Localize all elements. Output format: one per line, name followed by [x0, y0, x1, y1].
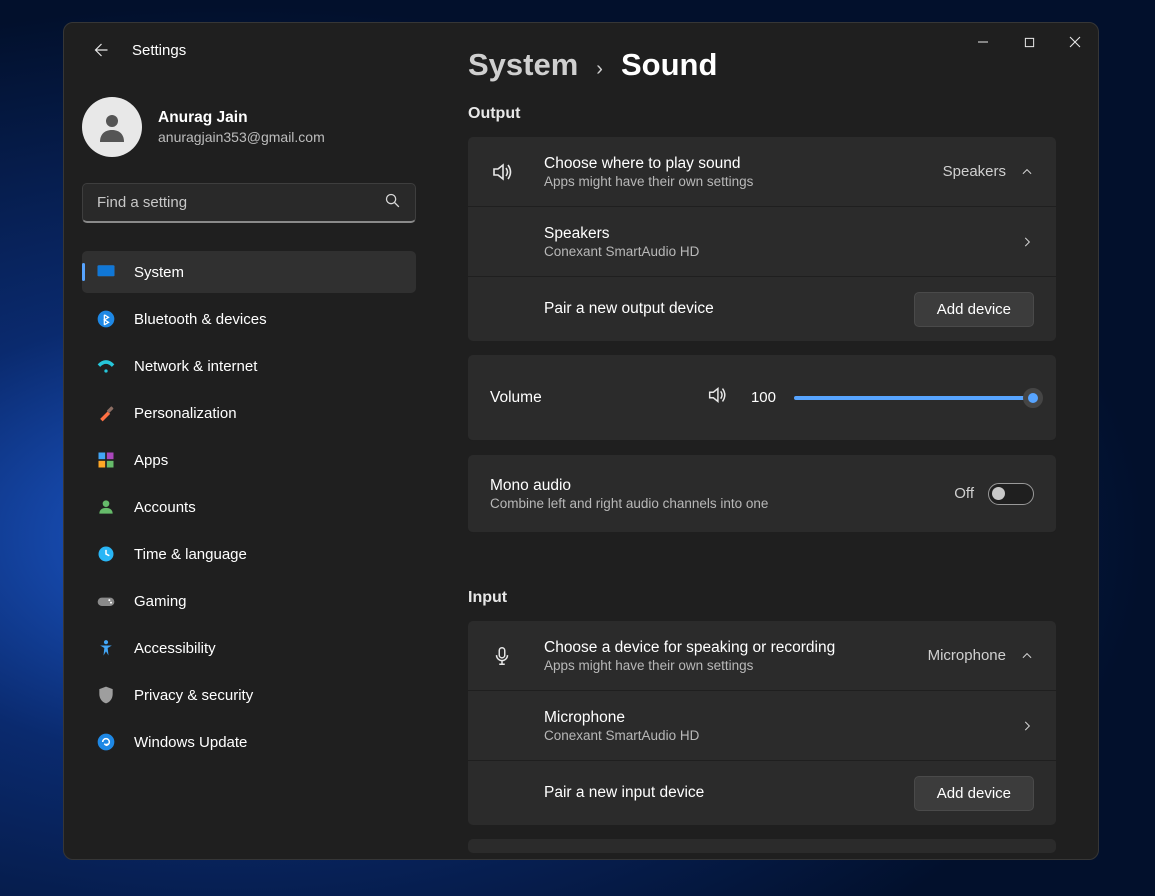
sidebar-item-label: System	[134, 264, 184, 281]
section-input: Input	[468, 589, 1056, 607]
accessibility-icon	[96, 638, 116, 658]
speaker-icon[interactable]	[706, 384, 728, 411]
system-icon	[96, 262, 116, 282]
row-title: Choose a device for speaking or recordin…	[544, 639, 928, 657]
chevron-up-icon	[1020, 165, 1034, 179]
row-subtitle: Conexant SmartAudio HD	[544, 728, 1020, 743]
sidebar-item-label: Windows Update	[134, 734, 247, 751]
sidebar-item-time[interactable]: Time & language	[82, 533, 416, 575]
row-subtitle: Apps might have their own settings	[544, 658, 928, 673]
breadcrumb-parent[interactable]: System	[468, 47, 578, 83]
shield-icon	[96, 685, 116, 705]
sidebar-item-label: Gaming	[134, 593, 187, 610]
mono-toggle[interactable]	[988, 483, 1034, 505]
search-box[interactable]	[82, 183, 416, 223]
extra-row-placeholder	[468, 839, 1056, 853]
speakers-device-row[interactable]: Speakers Conexant SmartAudio HD	[468, 207, 1056, 277]
volume-value: 100	[746, 389, 776, 406]
sidebar-item-label: Network & internet	[134, 358, 257, 375]
sidebar-item-bluetooth[interactable]: Bluetooth & devices	[82, 298, 416, 340]
volume-row: Volume 100	[468, 355, 1056, 441]
chevron-right-icon: ›	[596, 58, 603, 81]
sidebar-item-network[interactable]: Network & internet	[82, 345, 416, 387]
row-subtitle: Combine left and right audio channels in…	[490, 496, 954, 511]
row-title: Microphone	[544, 709, 1020, 727]
sidebar-item-system[interactable]: System	[82, 251, 416, 293]
sidebar-item-label: Personalization	[134, 405, 237, 422]
add-input-device-button[interactable]: Add device	[914, 776, 1034, 811]
pair-input-row: Pair a new input device Add device	[468, 761, 1056, 825]
accounts-icon	[96, 497, 116, 517]
apps-icon	[96, 450, 116, 470]
chevron-right-icon	[1020, 719, 1034, 733]
search-input[interactable]	[97, 194, 384, 211]
app-title: Settings	[132, 42, 186, 59]
mono-audio-row[interactable]: Mono audio Combine left and right audio …	[468, 455, 1056, 533]
paintbrush-icon	[96, 403, 116, 423]
sidebar-item-personalization[interactable]: Personalization	[82, 392, 416, 434]
microphone-device-row[interactable]: Microphone Conexant SmartAudio HD	[468, 691, 1056, 761]
speaker-icon	[490, 160, 514, 184]
sidebar-item-label: Privacy & security	[134, 687, 253, 704]
volume-slider[interactable]	[794, 396, 1034, 400]
sidebar: Settings Anurag Jain anuragjain353@gmail…	[64, 23, 434, 859]
output-device-value: Speakers	[943, 163, 1006, 180]
update-icon	[96, 732, 116, 752]
window-controls	[960, 23, 1098, 61]
settings-window: Settings Anurag Jain anuragjain353@gmail…	[63, 22, 1099, 860]
row-subtitle: Apps might have their own settings	[544, 174, 943, 189]
sidebar-item-accessibility[interactable]: Accessibility	[82, 627, 416, 669]
add-output-device-button[interactable]: Add device	[914, 292, 1034, 327]
nav-list: System Bluetooth & devices Network & int…	[82, 251, 416, 763]
row-title: Mono audio	[490, 477, 954, 495]
slider-thumb[interactable]	[1023, 388, 1043, 408]
chevron-up-icon	[1020, 649, 1034, 663]
row-title: Choose where to play sound	[544, 155, 943, 173]
mono-state: Off	[954, 485, 974, 502]
chevron-right-icon	[1020, 235, 1034, 249]
pair-output-row: Pair a new output device Add device	[468, 277, 1056, 341]
sidebar-item-privacy[interactable]: Privacy & security	[82, 674, 416, 716]
page-title: Sound	[621, 47, 717, 83]
avatar	[82, 97, 142, 157]
sidebar-item-label: Accounts	[134, 499, 196, 516]
sidebar-item-label: Time & language	[134, 546, 247, 563]
sidebar-item-gaming[interactable]: Gaming	[82, 580, 416, 622]
sidebar-item-update[interactable]: Windows Update	[82, 721, 416, 763]
bluetooth-icon	[96, 309, 116, 329]
sidebar-item-label: Bluetooth & devices	[134, 311, 267, 328]
input-device-value: Microphone	[928, 647, 1006, 664]
maximize-button[interactable]	[1006, 23, 1052, 61]
input-device-group: Choose a device for speaking or recordin…	[468, 621, 1056, 825]
clock-icon	[96, 544, 116, 564]
sidebar-item-apps[interactable]: Apps	[82, 439, 416, 481]
choose-output-row[interactable]: Choose where to play sound Apps might ha…	[468, 137, 1056, 207]
sidebar-item-label: Apps	[134, 452, 168, 469]
choose-input-row[interactable]: Choose a device for speaking or recordin…	[468, 621, 1056, 691]
profile-email: anuragjain353@gmail.com	[158, 129, 325, 145]
sidebar-item-accounts[interactable]: Accounts	[82, 486, 416, 528]
close-button[interactable]	[1052, 23, 1098, 61]
back-icon[interactable]	[90, 40, 110, 60]
sidebar-item-label: Accessibility	[134, 640, 216, 657]
microphone-icon	[490, 645, 514, 667]
row-title: Speakers	[544, 225, 1020, 243]
output-device-group: Choose where to play sound Apps might ha…	[468, 137, 1056, 341]
profile-card[interactable]: Anurag Jain anuragjain353@gmail.com	[82, 97, 416, 157]
row-subtitle: Conexant SmartAudio HD	[544, 244, 1020, 259]
row-title: Pair a new output device	[544, 300, 914, 318]
main-panel: System › Sound Output Choose where to pl…	[434, 23, 1098, 859]
profile-name: Anurag Jain	[158, 109, 325, 127]
search-icon	[384, 192, 401, 214]
section-output: Output	[468, 105, 1056, 123]
gamepad-icon	[96, 591, 116, 611]
content-scroll[interactable]: Output Choose where to play sound Apps m…	[434, 105, 1098, 859]
volume-label: Volume	[490, 389, 552, 407]
row-title: Pair a new input device	[544, 784, 914, 802]
minimize-button[interactable]	[960, 23, 1006, 61]
wifi-icon	[96, 356, 116, 376]
